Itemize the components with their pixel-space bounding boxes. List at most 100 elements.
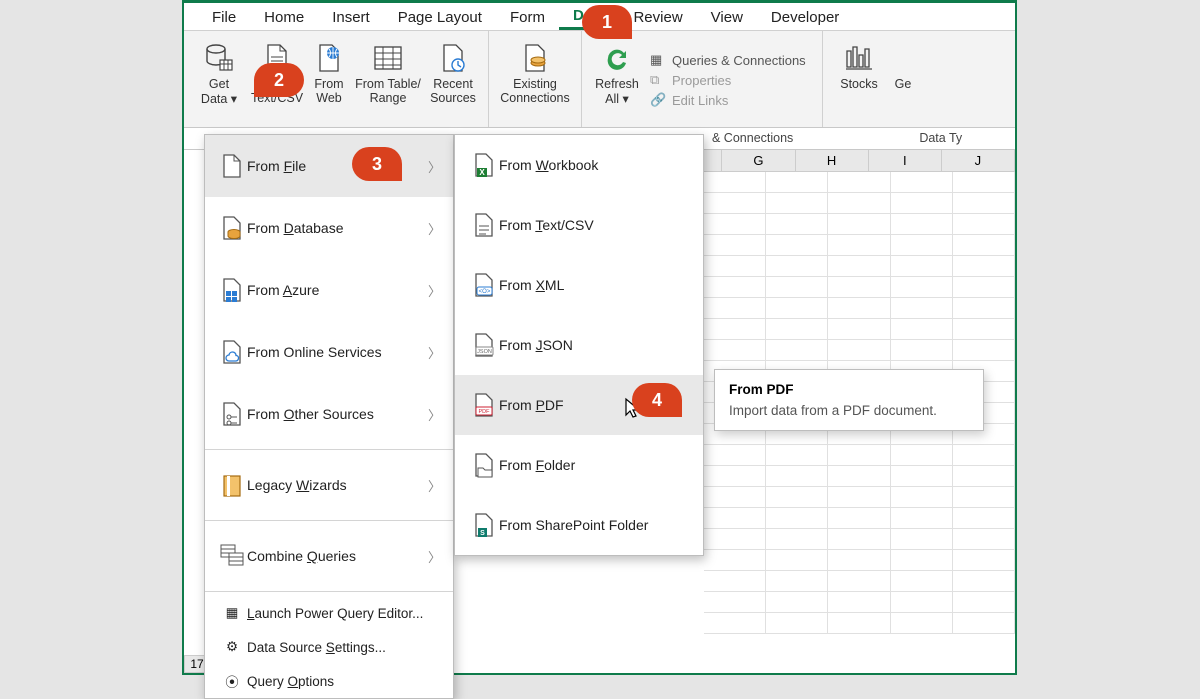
label: Properties [672, 73, 731, 88]
label: Queries & Connections [672, 53, 806, 68]
json-icon: JSON [469, 332, 499, 358]
label: From Database [247, 220, 344, 236]
col-header[interactable]: G [722, 150, 795, 171]
svg-text:JSON: JSON [477, 349, 492, 355]
label: Query Options [247, 674, 334, 689]
get-data-menu: From File 〉 From Database 〉 From Azure 〉… [204, 134, 454, 699]
queries-icon: ▦ [650, 52, 668, 68]
label: Recent [433, 77, 473, 91]
menu-from-online-services[interactable]: From Online Services 〉 [205, 321, 453, 383]
tab-home[interactable]: Home [250, 5, 318, 29]
col-header[interactable]: H [796, 150, 869, 171]
refresh-all-button[interactable]: Refresh All ▾ [588, 35, 646, 125]
label: All ▾ [605, 91, 629, 106]
label: From JSON [499, 337, 573, 353]
get-data-button[interactable]: Get Data ▾ [190, 35, 248, 125]
tab-developer[interactable]: Developer [757, 5, 853, 29]
workbook-icon: X [469, 152, 499, 178]
menu-from-azure[interactable]: From Azure 〉 [205, 259, 453, 321]
tooltip-title: From PDF [729, 382, 969, 397]
label: Launch Power Query Editor... [247, 606, 423, 621]
label: From Folder [499, 457, 575, 473]
label: From Other Sources [247, 406, 374, 422]
database-icon [217, 215, 247, 241]
tab-view[interactable]: View [697, 5, 757, 29]
callout-1: 1 [582, 5, 632, 39]
label: From [314, 77, 343, 91]
svg-text:PDF: PDF [479, 409, 491, 415]
label: From Text/CSV [499, 217, 594, 233]
menu-legacy-wizards[interactable]: Legacy Wizards 〉 [205, 454, 453, 516]
stocks-icon [844, 39, 874, 77]
label: Legacy Wizards [247, 477, 347, 493]
callout-3: 3 [352, 147, 402, 181]
callout-4: 4 [632, 383, 682, 417]
menu-from-text-csv[interactable]: From Text/CSV [455, 195, 703, 255]
from-web-button[interactable]: From Web [306, 35, 352, 125]
menu-data-source-settings[interactable]: ⚙ Data Source Settings... [205, 630, 453, 664]
tab-page-layout[interactable]: Page Layout [384, 5, 496, 29]
col-header[interactable]: I [869, 150, 942, 171]
cloud-icon [217, 339, 247, 365]
properties-button[interactable]: ⧉ Properties [646, 70, 816, 90]
separator [205, 591, 453, 592]
menu-query-options[interactable]: ⦿ Query Options [205, 664, 453, 698]
excel-window: File Home Insert Page Layout Form Data R… [182, 0, 1017, 675]
callout-2: 2 [254, 63, 304, 97]
pdf-icon: PDF [469, 392, 499, 418]
label: Web [316, 91, 341, 105]
label: From Azure [247, 282, 319, 298]
tooltip-body: Import data from a PDF document. [729, 403, 969, 418]
label: From Workbook [499, 157, 598, 173]
svg-text:<O>: <O> [479, 289, 491, 295]
menu-from-xml[interactable]: <O> From XML [455, 255, 703, 315]
combine-icon [217, 543, 247, 569]
label: From Table/ [355, 77, 421, 91]
from-table-range-button[interactable]: From Table/ Range [352, 35, 424, 125]
menu-launch-pq-editor[interactable]: ▦ Launch Power Query Editor... [205, 596, 453, 630]
sharepoint-icon: S [469, 512, 499, 538]
menu-from-database[interactable]: From Database 〉 [205, 197, 453, 259]
chevron-right-icon: 〉 [428, 476, 441, 495]
from-file-submenu: X From Workbook From Text/CSV <O> From X… [454, 134, 704, 556]
group-queries-connections: Refresh All ▾ ▦ Queries & Connections ⧉ … [582, 31, 823, 127]
file-icon [217, 153, 247, 179]
separator [205, 449, 453, 450]
label: Ge [895, 77, 912, 91]
menu-from-json[interactable]: JSON From JSON [455, 315, 703, 375]
recent-sources-button[interactable]: Recent Sources [424, 35, 482, 125]
menu-combine-queries[interactable]: Combine Queries 〉 [205, 525, 453, 587]
menu-from-file[interactable]: From File 〉 [205, 135, 453, 197]
menu-from-sharepoint-folder[interactable]: S From SharePoint Folder [455, 495, 703, 555]
stocks-button[interactable]: Stocks [829, 35, 889, 125]
tab-insert[interactable]: Insert [318, 5, 384, 29]
label: From XML [499, 277, 564, 293]
existing-connections-button[interactable]: Existing Connections [495, 35, 575, 125]
label: Sources [430, 91, 476, 105]
section-data-types: Data Ty [911, 128, 970, 149]
pq-editor-icon: ▦ [217, 605, 247, 621]
geography-button[interactable]: Ge [889, 35, 917, 125]
tab-file[interactable]: File [198, 5, 250, 29]
group-existing: Existing Connections [489, 31, 582, 127]
ribbon: Get Data ▾ From Text/CSV From Web [184, 31, 1015, 128]
group-data-types: Stocks Ge [823, 31, 923, 127]
refresh-icon [602, 39, 632, 77]
edit-links-button[interactable]: 🔗 Edit Links [646, 90, 816, 110]
azure-icon [217, 277, 247, 303]
queries-stack: ▦ Queries & Connections ⧉ Properties 🔗 E… [646, 35, 816, 125]
chevron-right-icon: 〉 [428, 157, 441, 176]
menu-from-other-sources[interactable]: From Other Sources 〉 [205, 383, 453, 445]
label: From Online Services [247, 344, 382, 360]
other-sources-icon [217, 401, 247, 427]
menu-from-folder[interactable]: From Folder [455, 435, 703, 495]
menu-from-workbook[interactable]: X From Workbook [455, 135, 703, 195]
tab-formulas[interactable]: Form [496, 5, 559, 29]
chevron-right-icon: 〉 [428, 219, 441, 238]
col-header[interactable]: J [942, 150, 1015, 171]
label: Stocks [840, 77, 878, 91]
queries-connections-button[interactable]: ▦ Queries & Connections [646, 50, 816, 70]
tooltip-from-pdf: From PDF Import data from a PDF document… [714, 369, 984, 431]
label: Connections [500, 91, 570, 105]
label: Existing [513, 77, 557, 91]
